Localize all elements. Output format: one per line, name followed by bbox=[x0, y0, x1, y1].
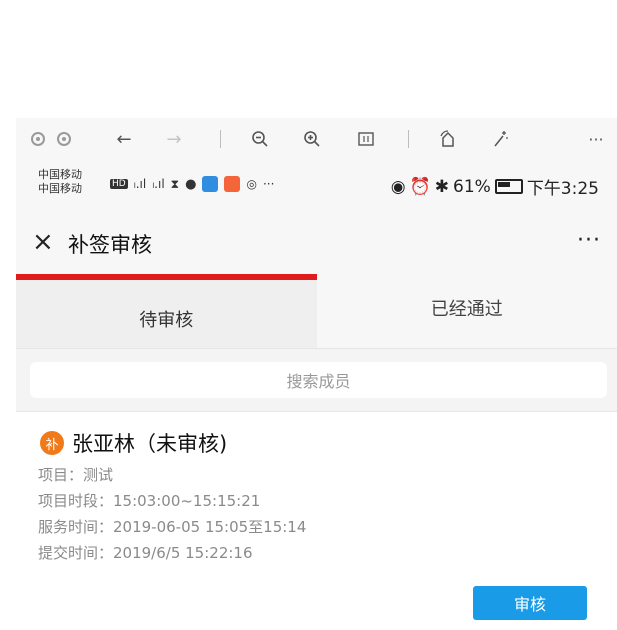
chat-icon: ● bbox=[185, 176, 197, 192]
zoom-out-icon[interactable] bbox=[246, 118, 274, 160]
forward-arrow-icon[interactable]: → bbox=[160, 118, 188, 160]
carrier-label: 中国移动 bbox=[38, 168, 82, 181]
tab-label: 已经通过 bbox=[430, 299, 503, 320]
hourglass-icon: ⧗ bbox=[170, 176, 180, 191]
app-orange-icon bbox=[224, 176, 241, 192]
status-bar: 中国移动 中国移动 HD ₗ.ıl ₗ.ıl ⧗ ● ◎ ··· ◉ ⏰ ✱ 6… bbox=[16, 160, 617, 212]
clock-time: 下午3:25 bbox=[526, 179, 599, 199]
more-notifications-icon: ··· bbox=[262, 177, 275, 191]
close-icon[interactable]: × bbox=[32, 227, 54, 257]
search-area: 搜索成员 bbox=[16, 348, 617, 412]
time-slot-text: 项目时段：15:03:00~15:15:21 bbox=[38, 492, 261, 510]
submit-time-text: 提交时间：2019/6/5 15:22:16 bbox=[38, 544, 253, 562]
signal-icon: ₗ.ıl bbox=[133, 177, 147, 191]
top-blank-area bbox=[0, 0, 617, 118]
eye-icon: ◉ bbox=[390, 176, 406, 197]
zoom-in-icon[interactable] bbox=[298, 118, 326, 160]
fit-screen-icon[interactable] bbox=[352, 118, 380, 160]
battery-percent: 61% bbox=[453, 176, 491, 197]
more-icon[interactable]: ··· bbox=[582, 118, 610, 160]
record-icon[interactable] bbox=[54, 118, 74, 160]
back-arrow-icon[interactable]: ← bbox=[110, 118, 138, 160]
review-button[interactable]: 审核 bbox=[473, 586, 587, 620]
battery-icon bbox=[494, 179, 523, 194]
member-name: 张亚林（未审核) bbox=[72, 432, 228, 456]
app-blue-icon bbox=[202, 176, 219, 192]
tab-pending[interactable]: 待审核 bbox=[16, 274, 317, 348]
signal-icon: ₗ.ıl bbox=[152, 177, 165, 191]
search-input[interactable]: 搜索成员 bbox=[30, 362, 607, 398]
notification-icons: HD ₗ.ıl ₗ.ıl ⧗ ● ◎ ··· bbox=[110, 176, 274, 192]
toolbar-divider bbox=[220, 130, 221, 148]
bu-badge: 补 bbox=[40, 431, 64, 455]
status-right: ◉ ⏰ ✱ 61% 下午3:25 bbox=[390, 174, 599, 200]
page-title: 补签审核 bbox=[68, 233, 152, 257]
project-text: 项目：测试 bbox=[38, 466, 114, 484]
magic-wand-icon[interactable] bbox=[486, 118, 514, 160]
app-circle-icon: ◎ bbox=[246, 177, 257, 191]
service-time-text: 服务时间：2019-06-05 15:05至15:14 bbox=[38, 518, 307, 536]
tab-approved[interactable]: 已经通过 bbox=[316, 274, 617, 348]
app-header: × 补签审核 ··· bbox=[16, 212, 617, 274]
list-item: 补 张亚林（未审核) 项目：测试 项目时段：15:03:00~15:15:21 … bbox=[16, 412, 617, 630]
rotate-icon[interactable] bbox=[434, 118, 462, 160]
alarm-icon: ⏰ bbox=[409, 176, 431, 197]
hd-icon: HD bbox=[110, 179, 128, 189]
more-menu-icon[interactable]: ··· bbox=[577, 228, 601, 253]
tab-label: 待审核 bbox=[139, 310, 194, 331]
tab-bar: 待审核 已经通过 bbox=[16, 274, 617, 348]
carrier-label: 中国移动 bbox=[38, 182, 82, 195]
record-header: 补 张亚林（未审核) bbox=[40, 428, 227, 458]
stop-icon[interactable] bbox=[28, 118, 48, 160]
toolbar-divider bbox=[408, 130, 409, 148]
viewer-toolbar: ← → ··· bbox=[16, 118, 617, 160]
bluetooth-icon: ✱ bbox=[434, 176, 450, 197]
